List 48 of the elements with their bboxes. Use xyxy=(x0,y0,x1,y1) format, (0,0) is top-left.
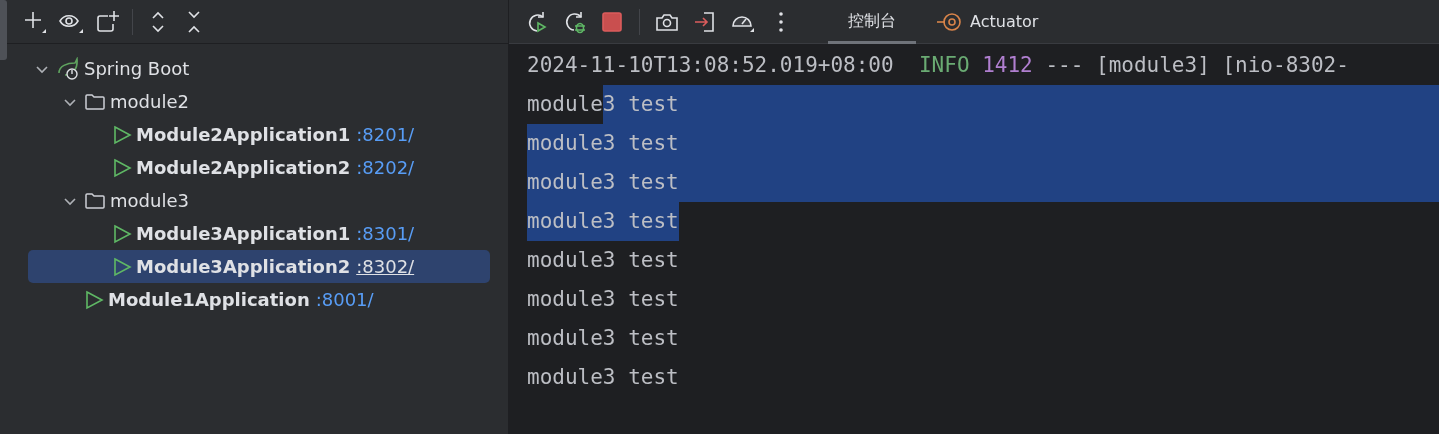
item-label: module2 xyxy=(110,91,189,112)
console-text: --- [module3] [nio-8302- xyxy=(1045,52,1349,79)
console-text: module xyxy=(527,91,603,118)
spring-leaf-icon xyxy=(56,56,80,81)
tree-item[interactable]: module3 xyxy=(28,184,490,217)
add-box-icon xyxy=(94,8,120,35)
run-icon xyxy=(112,157,132,178)
scrollbar[interactable] xyxy=(0,0,7,60)
console-text: module3 test xyxy=(527,286,679,313)
tree-item[interactable]: Module3Application2 :8302/ xyxy=(28,250,490,283)
item-label: Module3Application1 xyxy=(136,223,351,244)
console-text: module3 test xyxy=(527,202,679,241)
console-text: module3 test xyxy=(527,364,679,391)
console-text: module3 test xyxy=(527,124,679,163)
run-icon xyxy=(112,124,132,145)
item-label: Spring Boot xyxy=(84,58,190,79)
item-label: Module2Application1 xyxy=(136,124,351,145)
tree-item[interactable]: module2 xyxy=(28,85,490,118)
port-link[interactable]: :8301/ xyxy=(356,223,415,244)
console-text: module3 test xyxy=(527,325,679,352)
item-label: Module2Application2 xyxy=(136,157,351,178)
folder-icon xyxy=(84,190,106,211)
console-text: module3 test xyxy=(527,163,679,202)
port-link[interactable]: :8201/ xyxy=(356,124,415,145)
folder-icon xyxy=(84,91,106,112)
item-label: Module3Application2 xyxy=(136,256,351,277)
item-label: module3 xyxy=(110,190,189,211)
target-icon xyxy=(936,11,962,32)
tree-item[interactable]: Module2Application2 :8202/ xyxy=(28,151,490,184)
console-text: 3 test xyxy=(602,85,679,124)
run-icon xyxy=(112,256,132,277)
run-icon xyxy=(84,289,104,310)
tree-item[interactable]: Module3Application1 :8301/ xyxy=(28,217,490,250)
item-label: Module1Application xyxy=(108,289,310,310)
run-icon xyxy=(112,223,132,244)
console-text: INFO xyxy=(918,52,970,79)
console-text: module3 test xyxy=(527,247,679,274)
more-icon xyxy=(779,11,783,32)
tab[interactable]: 控制台 xyxy=(828,0,916,44)
tab[interactable]: Actuator xyxy=(916,0,1059,44)
tree-item[interactable]: Module1Application :8001/ xyxy=(28,283,490,316)
tree-item[interactable]: Module2Application1 :8201/ xyxy=(28,118,490,151)
console-text: 1412 xyxy=(982,52,1033,79)
tree-item[interactable]: Spring Boot xyxy=(28,52,490,85)
console-text: 2024-11-10T13:08:52.019+08:00 xyxy=(527,52,895,79)
port-link[interactable]: :8202/ xyxy=(356,157,415,178)
port-link[interactable]: :8001/ xyxy=(315,289,374,310)
port-link[interactable]: :8302/ xyxy=(356,256,415,277)
